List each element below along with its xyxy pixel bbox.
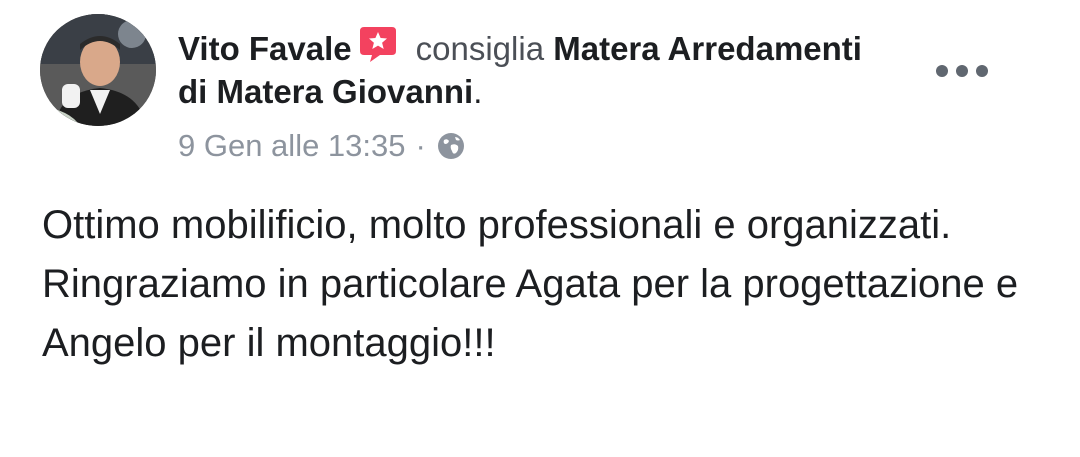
- feed-post: Vito Favale consiglia Matera Arredamenti …: [0, 0, 1080, 457]
- more-dot: [976, 65, 988, 77]
- author-name[interactable]: Vito Favale: [178, 30, 352, 67]
- meta-separator: ·: [415, 128, 426, 163]
- globe-icon[interactable]: [436, 131, 466, 161]
- more-dot: [936, 65, 948, 77]
- page-suffix: .: [473, 73, 483, 110]
- post-header: Vito Favale consiglia Matera Arredamenti …: [178, 24, 898, 113]
- post-body: Ottimo mobilificio, molto professionali …: [42, 196, 1042, 373]
- post-text-line: Ottimo mobilificio, molto professionali …: [42, 203, 952, 247]
- avatar-photo: [40, 14, 156, 126]
- author-avatar[interactable]: [40, 14, 156, 126]
- more-dot: [956, 65, 968, 77]
- more-options-icon[interactable]: [936, 60, 988, 82]
- post-meta: 9 Gen alle 13:35 ·: [178, 126, 466, 166]
- action-verb: consiglia: [415, 30, 545, 67]
- post-text-line: Ringraziamo in particolare Agata per la …: [42, 262, 1019, 365]
- post-timestamp[interactable]: 9 Gen alle 13:35: [178, 126, 406, 166]
- recommend-star-icon: [359, 27, 396, 62]
